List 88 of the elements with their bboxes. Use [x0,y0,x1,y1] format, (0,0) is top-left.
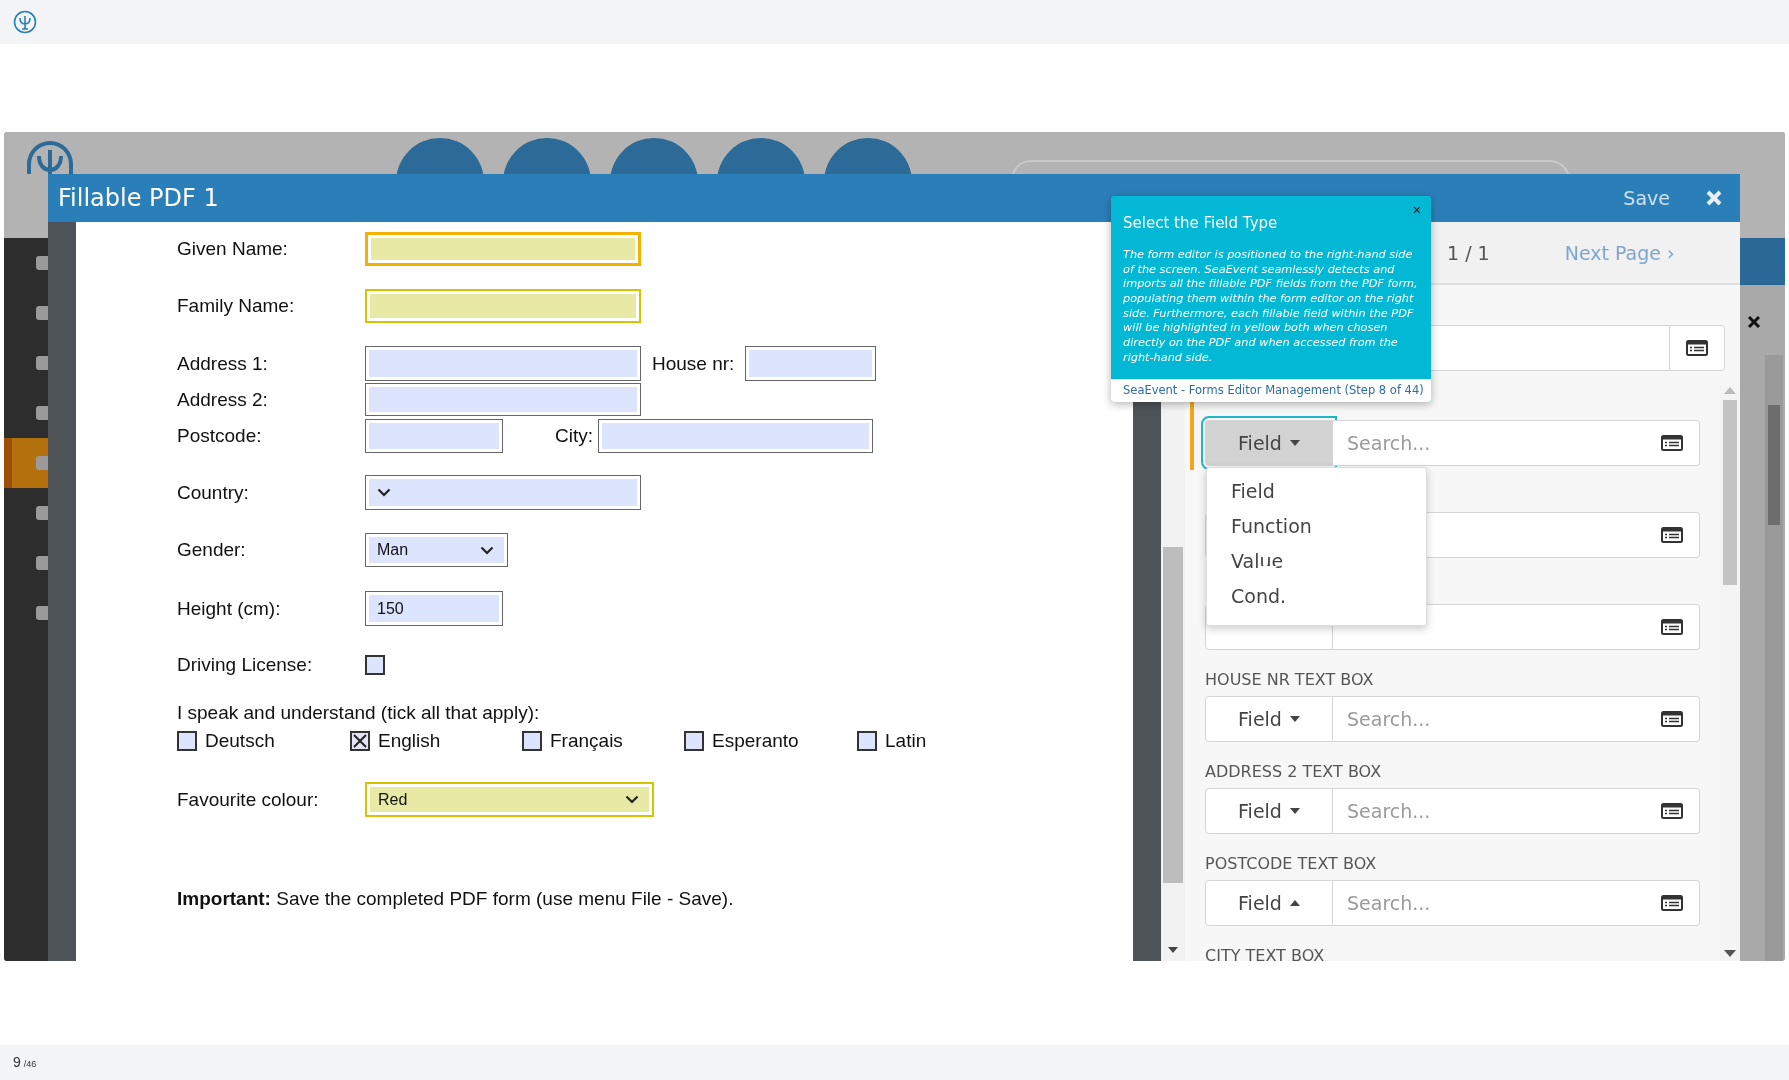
scroll-down-icon[interactable] [1724,950,1736,957]
scroll-thumb[interactable] [1768,405,1780,525]
menu-item[interactable]: Field [1207,474,1426,509]
field-type-button[interactable]: Field [1205,788,1333,834]
field-label: Country: [177,481,250,504]
dialog-title: Fillable PDF 1 [58,184,219,212]
list-button[interactable] [1645,788,1700,834]
question-text: I speak and understand (tick all that apply): [177,702,541,724]
search-field[interactable]: Search... [1333,420,1645,466]
text-field[interactable] [365,419,503,453]
tooltip-title: Select the Field Type [1122,213,1279,234]
text-field[interactable] [365,289,641,323]
list-button[interactable] [1645,880,1700,926]
option-label: Français [550,730,623,752]
checkbox[interactable] [350,731,370,751]
field-label: HOUSE NR TEXT BOX [1205,669,1374,689]
field-label: ADDRESS 2 TEXT BOX [1205,761,1382,781]
field-label: Gender: [177,539,247,561]
field-label: Address 1: [177,352,269,375]
page-total: /46 [23,1059,37,1069]
field-label: Favourite colour: [177,788,320,811]
list-button[interactable] [1645,512,1700,558]
page-number: 9 [13,1054,21,1070]
search-field[interactable]: Search... [1333,880,1645,926]
text-field[interactable] [745,346,877,381]
close-icon[interactable] [1747,315,1761,329]
text-field[interactable] [365,346,641,381]
field-label: Postcode: [177,425,263,447]
menu-item[interactable]: Function [1207,509,1426,544]
list-icon [1661,435,1683,451]
checkbox[interactable] [177,731,197,751]
field-type-button[interactable]: Field [1205,696,1333,742]
list-icon [1661,803,1683,819]
list-button[interactable] [1645,604,1700,650]
option-label: Latin [885,730,927,752]
list-button[interactable] [1645,420,1700,466]
field-label: Driving License: [177,654,314,676]
field-type-button[interactable]: Field [1205,880,1333,926]
dropdown[interactable] [365,475,641,510]
field-label: CITY TEXT BOX [1205,945,1325,961]
option-label: Esperanto [712,730,799,752]
text-field[interactable] [365,383,641,416]
list-button[interactable] [1645,696,1700,742]
list-icon [1661,711,1683,727]
note-text: Important: Save the completed PDF form (use menu File - Save). [177,888,735,910]
text-field[interactable] [365,232,641,266]
checkbox[interactable] [684,731,704,751]
field-label: Height (cm): [177,597,282,620]
list-icon [1686,340,1708,356]
field-label: Family Name: [177,295,296,317]
logo-icon [24,138,76,174]
list-icon [1661,527,1683,543]
chevron-down-icon [480,545,494,555]
field-label: Given Name: [177,238,289,260]
tooltip-text: The form editor is positioned to the right-hand side of the screen. SeaEvent seamlessly detects and imports all the fillable PDF fields from the PDF form, populating them within the form editor on the right side. Furthermore, each fillable field within the PDF will be highlighted in yellow both when chosen directly on the PDF and when accessed from the right-hand side. [1122,247,1419,366]
list-button[interactable] [1670,325,1725,371]
scroll-down-icon[interactable] [1168,947,1178,953]
scroll-thumb[interactable] [1723,400,1737,585]
caret-icon [1289,440,1300,446]
close-button[interactable]: × [1412,202,1421,218]
field-label: House nr: [652,352,735,375]
menu-item[interactable]: Cond. [1207,579,1426,614]
list-icon [1661,619,1683,635]
scroll-thumb[interactable] [1163,547,1183,883]
search-field[interactable]: Search... [1333,696,1645,742]
checkbox[interactable] [857,731,877,751]
tooltip-footer: SeaEvent - Forms Editor Management (Step 8 of 44) [1111,379,1431,403]
option-label: Deutsch [205,730,275,752]
list-icon [1661,895,1683,911]
dropdown[interactable]: Man [365,533,508,567]
search-field[interactable]: Search... [1333,788,1645,834]
field-label: POSTCODE TEXT BOX [1205,853,1377,873]
caret-icon [1289,808,1300,814]
caret-icon [1289,716,1300,722]
checkbox[interactable] [365,655,385,675]
text-field[interactable] [598,419,873,453]
field-label: Address 2: [177,388,269,411]
logo-icon[interactable] [13,10,37,34]
chevron-down-icon [625,795,639,804]
chevron-down-icon [377,488,391,497]
caret-icon [1289,900,1300,906]
field-label: City: [555,425,593,447]
text-field[interactable]: 150 [365,591,503,626]
scrollbar[interactable] [1765,355,1783,961]
page-indicator: 1 / 1 [1447,241,1490,264]
option-label: English [378,730,441,752]
checkbox[interactable] [522,731,542,751]
dropdown[interactable]: Red [365,782,654,817]
